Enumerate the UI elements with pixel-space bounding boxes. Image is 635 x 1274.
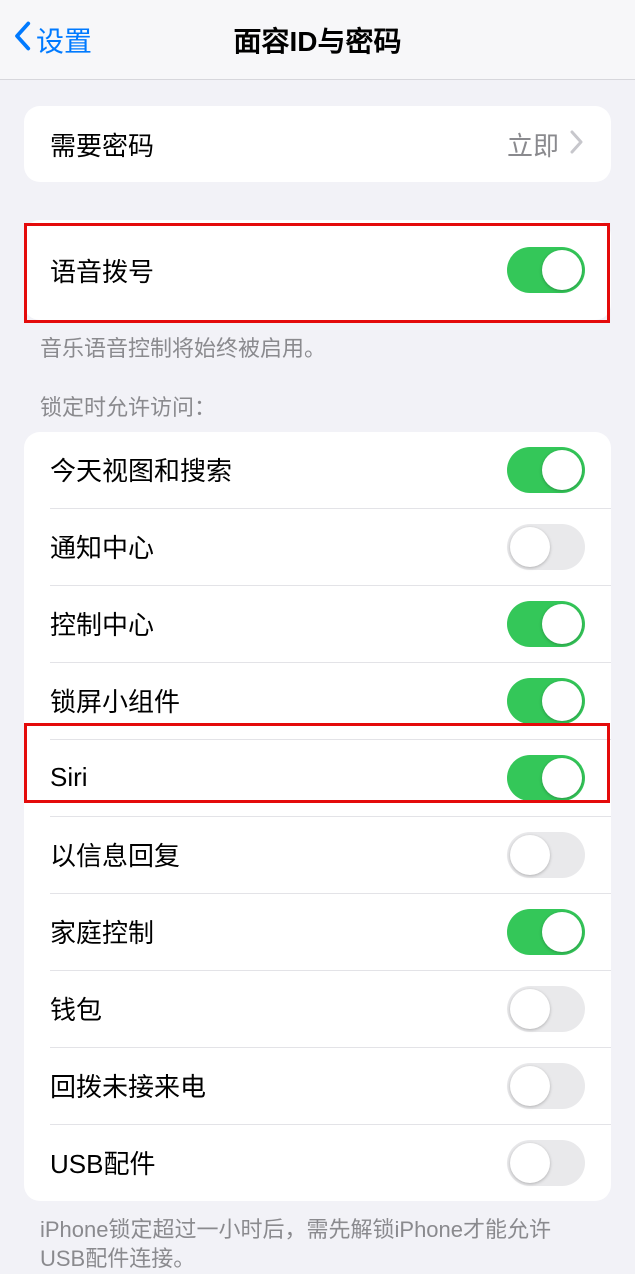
- locked-row-toggle[interactable]: [507, 832, 585, 878]
- locked-row: 今天视图和搜索: [24, 432, 611, 508]
- locked-access-header: 锁定时允许访问：: [40, 390, 595, 422]
- locked-row-toggle[interactable]: [507, 1063, 585, 1109]
- locked-row-label: 控制中心: [50, 605, 507, 642]
- voice-dial-toggle[interactable]: [507, 247, 585, 293]
- voice-dial-label: 语音拨号: [50, 252, 507, 289]
- locked-row: 通知中心: [24, 509, 611, 585]
- locked-row-toggle[interactable]: [507, 1140, 585, 1186]
- locked-row-label: USB配件: [50, 1144, 507, 1181]
- locked-row-label: 回拨未接来电: [50, 1067, 507, 1104]
- locked-row-label: 家庭控制: [50, 913, 507, 950]
- locked-row: Siri: [24, 740, 611, 816]
- locked-row-toggle[interactable]: [507, 755, 585, 801]
- group-voice-dial: 语音拨号: [24, 220, 611, 320]
- back-button[interactable]: 设置: [12, 20, 92, 60]
- content: 需要密码 立即 语音拨号 音乐语音控制将始终被启用。 锁定时允许访问： 今天视图…: [0, 80, 635, 1274]
- locked-row: USB配件: [24, 1125, 611, 1201]
- locked-row-label: 通知中心: [50, 528, 507, 565]
- locked-row-toggle[interactable]: [507, 909, 585, 955]
- locked-row-toggle[interactable]: [507, 524, 585, 570]
- locked-row-toggle[interactable]: [507, 986, 585, 1032]
- require-passcode-row[interactable]: 需要密码 立即: [24, 106, 611, 182]
- require-passcode-value: 立即: [507, 126, 559, 163]
- group-passcode: 需要密码 立即: [24, 106, 611, 182]
- chevron-right-icon: [569, 130, 585, 159]
- page-title: 面容ID与密码: [0, 20, 635, 60]
- group-locked-access: 今天视图和搜索通知中心控制中心锁屏小组件 Siri 以信息回复家庭控制钱包回拨未接来…: [24, 432, 611, 1201]
- back-label: 设置: [36, 20, 92, 60]
- usb-note: iPhone锁定超过一小时后，需先解锁iPhone才能允许USB配件连接。: [40, 1215, 595, 1274]
- locked-row-toggle[interactable]: [507, 447, 585, 493]
- navbar: 设置 面容ID与密码: [0, 0, 635, 80]
- locked-row: 家庭控制: [24, 894, 611, 970]
- require-passcode-label: 需要密码: [50, 126, 507, 163]
- locked-row-toggle[interactable]: [507, 678, 585, 724]
- locked-row-label: 以信息回复: [50, 836, 507, 873]
- voice-dial-row: 语音拨号: [24, 220, 611, 320]
- locked-row-toggle[interactable]: [507, 601, 585, 647]
- voice-dial-note: 音乐语音控制将始终被启用。: [40, 334, 595, 364]
- locked-row: 钱包: [24, 971, 611, 1047]
- locked-row-label: 锁屏小组件: [50, 682, 507, 719]
- chevron-left-icon: [12, 21, 32, 58]
- locked-row-label: Siri: [50, 762, 507, 793]
- locked-row: 以信息回复: [24, 817, 611, 893]
- locked-row-label: 钱包: [50, 990, 507, 1027]
- locked-row: 锁屏小组件: [24, 663, 611, 739]
- locked-row: 回拨未接来电: [24, 1048, 611, 1124]
- locked-row: 控制中心: [24, 586, 611, 662]
- locked-row-label: 今天视图和搜索: [50, 451, 507, 488]
